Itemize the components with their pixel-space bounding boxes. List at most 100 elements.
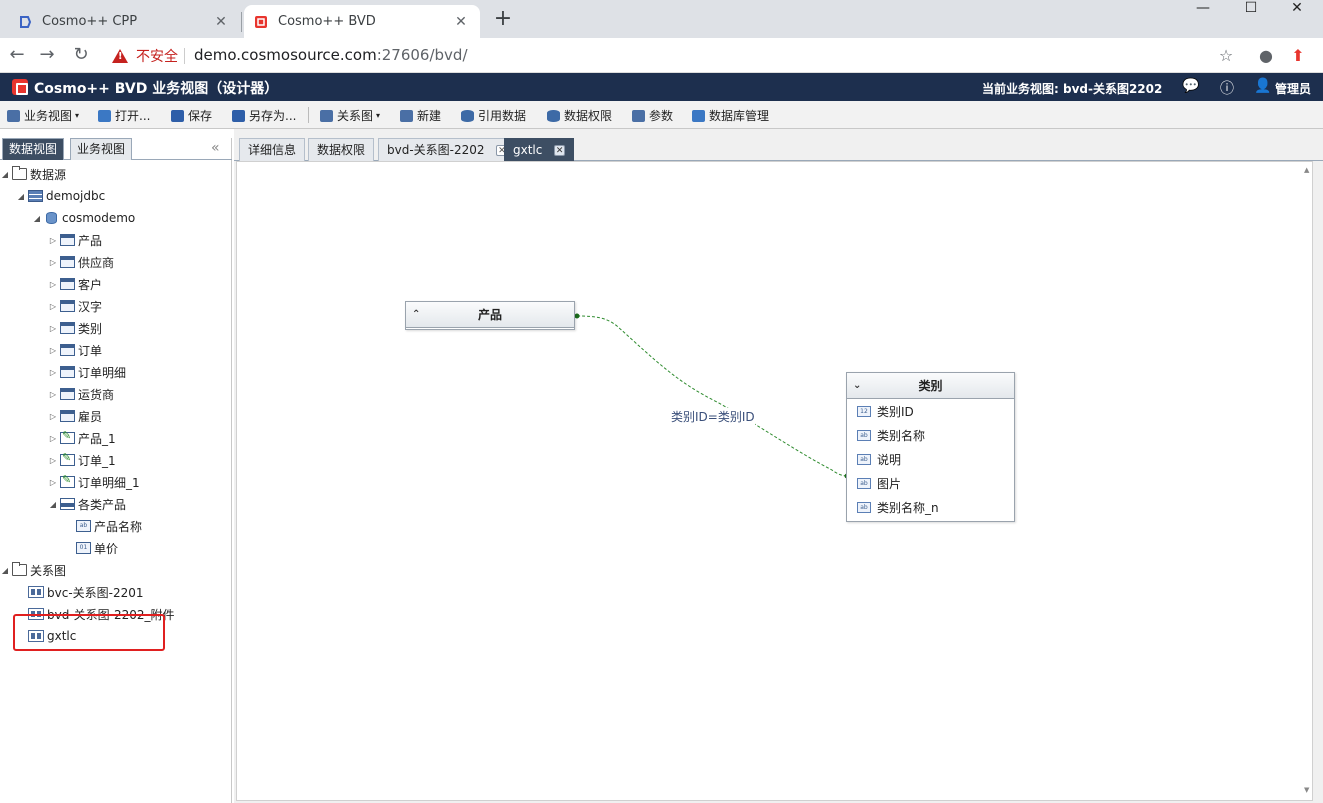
tree-node-table[interactable]: ▷ 客户 bbox=[48, 274, 102, 294]
tree-node-query[interactable]: ▷ 产品_1 bbox=[48, 428, 116, 448]
vertical-scrollbar[interactable]: ▲ ▼ bbox=[1303, 162, 1313, 802]
account-icon[interactable]: ● bbox=[1256, 46, 1276, 66]
chevron-up-icon[interactable]: ⌃ bbox=[412, 302, 420, 328]
expanded-arrow-icon[interactable]: ◢ bbox=[0, 170, 10, 179]
folder-icon bbox=[12, 562, 27, 576]
tab-business-view[interactable]: 业务视图 bbox=[70, 138, 133, 160]
relation-menu-button[interactable]: 关系图 ▾ bbox=[320, 107, 380, 124]
relation-canvas[interactable]: ⌃ 产品 ⌄ 类别 12 类别ID ab 类别名称 ab 说明 ab 图片 ab… bbox=[236, 161, 1313, 801]
ref-data-button[interactable]: 引用数据 bbox=[461, 107, 526, 124]
expanded-arrow-icon[interactable]: ◢ bbox=[32, 214, 42, 223]
tree-node-label: 类别 bbox=[78, 321, 103, 336]
security-indicator[interactable]: 不安全 bbox=[112, 46, 178, 66]
tab-gxtlc[interactable]: gxtlc ✕ bbox=[504, 138, 575, 161]
tree-node-sql[interactable]: ◢ 各类产品 bbox=[48, 494, 126, 514]
save-as-button[interactable]: 另存为... bbox=[232, 107, 296, 124]
entity-category[interactable]: ⌄ 类别 12 类别ID ab 类别名称 ab 说明 ab 图片 ab 类别名称… bbox=[846, 372, 1015, 522]
collapsed-arrow-icon[interactable]: ▷ bbox=[48, 368, 58, 377]
close-tab-icon[interactable]: ✕ bbox=[212, 13, 230, 31]
browser-tab-bvd[interactable]: Cosmo++ BVD ✕ bbox=[244, 5, 480, 38]
tree-node-table[interactable]: ▷ 运货商 bbox=[48, 384, 114, 404]
data-permission-button[interactable]: 数据权限 bbox=[547, 107, 612, 124]
collapsed-arrow-icon[interactable]: ▷ bbox=[48, 258, 58, 267]
expanded-arrow-icon[interactable]: ◢ bbox=[48, 500, 58, 509]
tree-node-label: 产品名称 bbox=[94, 519, 143, 534]
collapsed-arrow-icon[interactable]: ▷ bbox=[48, 478, 58, 487]
entity-header[interactable]: ⌃ 产品 bbox=[406, 302, 574, 328]
browser-tab-cpp[interactable]: Cosmo++ CPP ✕ bbox=[8, 5, 240, 38]
tree-node-query[interactable]: ▷ 订单明细_1 bbox=[48, 472, 140, 492]
back-button[interactable]: ← bbox=[6, 45, 28, 67]
tree-node-label: 产品_1 bbox=[78, 431, 116, 446]
tree-node-datasource[interactable]: ◢ 数据源 bbox=[0, 164, 66, 184]
tree-node-relations[interactable]: ◢ 关系图 bbox=[0, 560, 66, 580]
entity-header[interactable]: ⌄ 类别 bbox=[847, 373, 1014, 399]
update-icon[interactable]: ⬆ bbox=[1288, 46, 1308, 66]
entity-field-row[interactable]: ab 类别名称_n bbox=[847, 495, 1014, 519]
minimize-window-button[interactable]: — bbox=[1180, 0, 1226, 20]
expanded-arrow-icon[interactable]: ◢ bbox=[16, 192, 26, 201]
tab-bvd-relation-2202[interactable]: bvd-关系图-2202 ✕ bbox=[378, 138, 517, 161]
scroll-up-icon[interactable]: ▲ bbox=[1304, 166, 1309, 174]
tree-node-table[interactable]: ▷ 供应商 bbox=[48, 252, 114, 272]
entity-field-row[interactable]: ab 图片 bbox=[847, 471, 1014, 495]
close-tab-icon[interactable]: ✕ bbox=[554, 145, 566, 156]
bookmark-star-icon[interactable]: ☆ bbox=[1216, 46, 1236, 66]
close-tab-icon[interactable]: ✕ bbox=[452, 13, 470, 31]
tree-node-field[interactable]: 01 单价 bbox=[74, 538, 118, 558]
maximize-window-button[interactable]: ☐ bbox=[1228, 0, 1274, 20]
info-icon[interactable]: ⓘ bbox=[1218, 78, 1236, 97]
tree-node-table[interactable]: ▷ 汉字 bbox=[48, 296, 102, 316]
tree-node-table[interactable]: ▷ 类别 bbox=[48, 318, 102, 338]
chat-icon[interactable]: 💬 bbox=[1182, 78, 1200, 96]
entity-product[interactable]: ⌃ 产品 bbox=[405, 301, 575, 330]
tree-node-label: 关系图 bbox=[30, 563, 67, 578]
tab-data-view[interactable]: 数据视图 bbox=[2, 138, 65, 160]
db-manage-button[interactable]: 数据库管理 bbox=[692, 107, 769, 124]
entity-field-row[interactable]: ab 类别名称 bbox=[847, 423, 1014, 447]
collapsed-arrow-icon[interactable]: ▷ bbox=[48, 236, 58, 245]
url-path: :27606/bvd/ bbox=[376, 46, 468, 64]
collapse-panel-icon[interactable]: « bbox=[211, 140, 220, 156]
collapsed-arrow-icon[interactable]: ▷ bbox=[48, 412, 58, 421]
collapsed-arrow-icon[interactable]: ▷ bbox=[48, 280, 58, 289]
tree-node-field[interactable]: ab 产品名称 bbox=[74, 516, 142, 536]
tree-node-table[interactable]: ▷ 产品 bbox=[48, 230, 102, 250]
collapsed-arrow-icon[interactable]: ▷ bbox=[48, 302, 58, 311]
collapsed-arrow-icon[interactable]: ▷ bbox=[48, 324, 58, 333]
chevron-down-icon[interactable]: ⌄ bbox=[853, 373, 861, 399]
collapsed-arrow-icon[interactable]: ▷ bbox=[48, 434, 58, 443]
user-name[interactable]: 管理员 bbox=[1275, 80, 1311, 97]
database-permission-icon bbox=[547, 109, 560, 122]
tree-node-relation[interactable]: bvc-关系图-2201 bbox=[26, 582, 144, 602]
tree-node-table[interactable]: ▷ 订单明细 bbox=[48, 362, 126, 382]
tree-node-table[interactable]: ▷ 雇员 bbox=[48, 406, 102, 426]
url-input[interactable]: demo.cosmosource.com:27606/bvd/ bbox=[194, 46, 468, 64]
tree-node-db[interactable]: ◢ cosmodemo bbox=[32, 208, 135, 228]
tree-node-conn[interactable]: ◢ demojdbc bbox=[16, 186, 105, 206]
close-window-button[interactable]: ✕ bbox=[1274, 0, 1320, 20]
collapsed-arrow-icon[interactable]: ▷ bbox=[48, 456, 58, 465]
new-button[interactable]: 新建 bbox=[400, 107, 441, 124]
tab-details[interactable]: 详细信息 bbox=[239, 138, 306, 161]
cosmo-bvd-favicon-icon bbox=[254, 15, 268, 29]
relation-label[interactable]: 类别ID=类别ID bbox=[671, 408, 755, 425]
reload-button[interactable]: ↻ bbox=[70, 45, 92, 67]
address-bar: ← → ↻ 不安全 demo.cosmosource.com:27606/bvd… bbox=[0, 38, 1323, 73]
tab-data-permission[interactable]: 数据权限 bbox=[308, 138, 375, 161]
tree-node-table[interactable]: ▷ 订单 bbox=[48, 340, 102, 360]
business-view-menu-button[interactable]: 业务视图 ▾ bbox=[7, 107, 79, 124]
new-tab-button[interactable]: + bbox=[493, 8, 513, 30]
open-button[interactable]: 打开... bbox=[98, 107, 150, 124]
save-button[interactable]: 保存 bbox=[171, 107, 212, 124]
expanded-arrow-icon[interactable]: ◢ bbox=[0, 566, 10, 575]
tree-node-query[interactable]: ▷ 订单_1 bbox=[48, 450, 116, 470]
collapsed-arrow-icon[interactable]: ▷ bbox=[48, 346, 58, 355]
params-button[interactable]: 参数 bbox=[632, 107, 673, 124]
toolbar-label: 新建 bbox=[417, 109, 442, 123]
entity-field-row[interactable]: 12 类别ID bbox=[847, 399, 1014, 423]
forward-button[interactable]: → bbox=[36, 45, 58, 67]
entity-field-row[interactable]: ab 说明 bbox=[847, 447, 1014, 471]
collapsed-arrow-icon[interactable]: ▷ bbox=[48, 390, 58, 399]
scroll-down-icon[interactable]: ▼ bbox=[1304, 786, 1309, 794]
